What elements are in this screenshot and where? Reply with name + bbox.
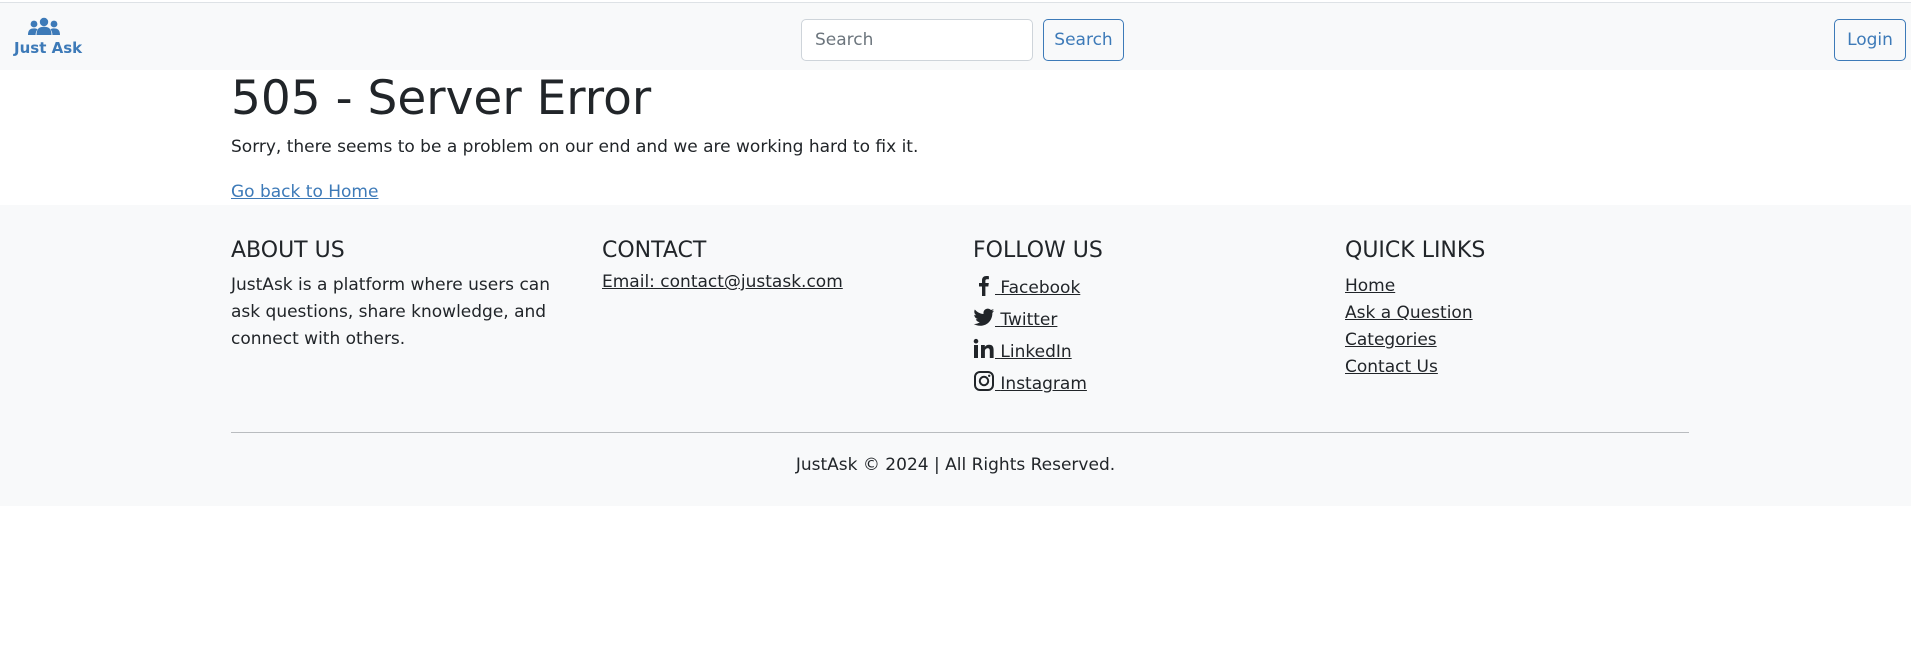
- users-icon: [14, 17, 74, 37]
- search-button[interactable]: Search: [1043, 19, 1124, 61]
- instagram-icon: [973, 370, 995, 392]
- instagram-link[interactable]: Instagram: [973, 371, 1087, 394]
- contact-heading: CONTACT: [602, 238, 707, 263]
- footer-follow-section: FOLLOW US Facebook Twitter LinkedIn Inst…: [973, 233, 1313, 400]
- quick-links-heading: QUICK LINKS: [1345, 238, 1486, 263]
- login-button[interactable]: Login: [1834, 19, 1906, 61]
- contact-email-link[interactable]: Email: contact@justask.com: [602, 272, 843, 292]
- footer-divider: [231, 432, 1689, 433]
- social-links-list: Facebook Twitter LinkedIn Instagram: [973, 272, 1313, 400]
- list-item: LinkedIn: [973, 336, 1313, 368]
- list-item: Instagram: [973, 368, 1313, 400]
- copyright-text: JustAsk © 2024 | All Rights Reserved.: [795, 455, 1116, 475]
- facebook-label: Facebook: [1000, 278, 1081, 298]
- quick-links-list: Home Ask a Question Categories Contact U…: [1345, 272, 1685, 380]
- about-heading: ABOUT US: [231, 238, 345, 263]
- quick-link-contact-us[interactable]: Contact Us: [1345, 357, 1438, 377]
- list-item: Twitter: [973, 304, 1313, 336]
- top-navbar: Just Ask Search Login: [0, 2, 1911, 70]
- go-home-link[interactable]: Go back to Home: [231, 180, 378, 204]
- follow-heading: FOLLOW US: [973, 238, 1103, 263]
- linkedin-icon: [973, 338, 995, 360]
- facebook-link[interactable]: Facebook: [973, 276, 1081, 298]
- page-title: 505 - Server Error: [231, 71, 652, 126]
- error-message: Sorry, there seems to be a problem on ou…: [231, 137, 919, 157]
- linkedin-link[interactable]: LinkedIn: [973, 338, 1072, 362]
- list-item: Facebook: [973, 272, 1313, 304]
- brand-name: Just Ask: [14, 39, 83, 57]
- list-item: Ask a Question: [1345, 299, 1685, 326]
- site-footer: ABOUT US JustAsk is a platform where use…: [0, 205, 1911, 506]
- footer-quick-links-section: QUICK LINKS Home Ask a Question Categori…: [1345, 233, 1685, 380]
- quick-link-ask-question[interactable]: Ask a Question: [1345, 303, 1473, 323]
- twitter-link[interactable]: Twitter: [973, 308, 1058, 330]
- twitter-label: Twitter: [1000, 310, 1058, 330]
- list-item: Categories: [1345, 326, 1685, 353]
- search-input[interactable]: [801, 19, 1033, 61]
- quick-link-home[interactable]: Home: [1345, 276, 1395, 296]
- list-item: Home: [1345, 272, 1685, 299]
- footer-contact-section: CONTACT Email: contact@justask.com: [602, 233, 942, 292]
- linkedin-label: LinkedIn: [1000, 342, 1072, 362]
- about-text: JustAsk is a platform where users can as…: [231, 275, 550, 349]
- brand-logo-link[interactable]: Just Ask: [14, 17, 83, 63]
- instagram-label: Instagram: [1000, 374, 1087, 394]
- facebook-icon: [973, 274, 995, 296]
- list-item: Contact Us: [1345, 353, 1685, 380]
- footer-about-section: ABOUT US JustAsk is a platform where use…: [231, 233, 571, 353]
- twitter-icon: [973, 306, 995, 328]
- quick-link-categories[interactable]: Categories: [1345, 330, 1437, 350]
